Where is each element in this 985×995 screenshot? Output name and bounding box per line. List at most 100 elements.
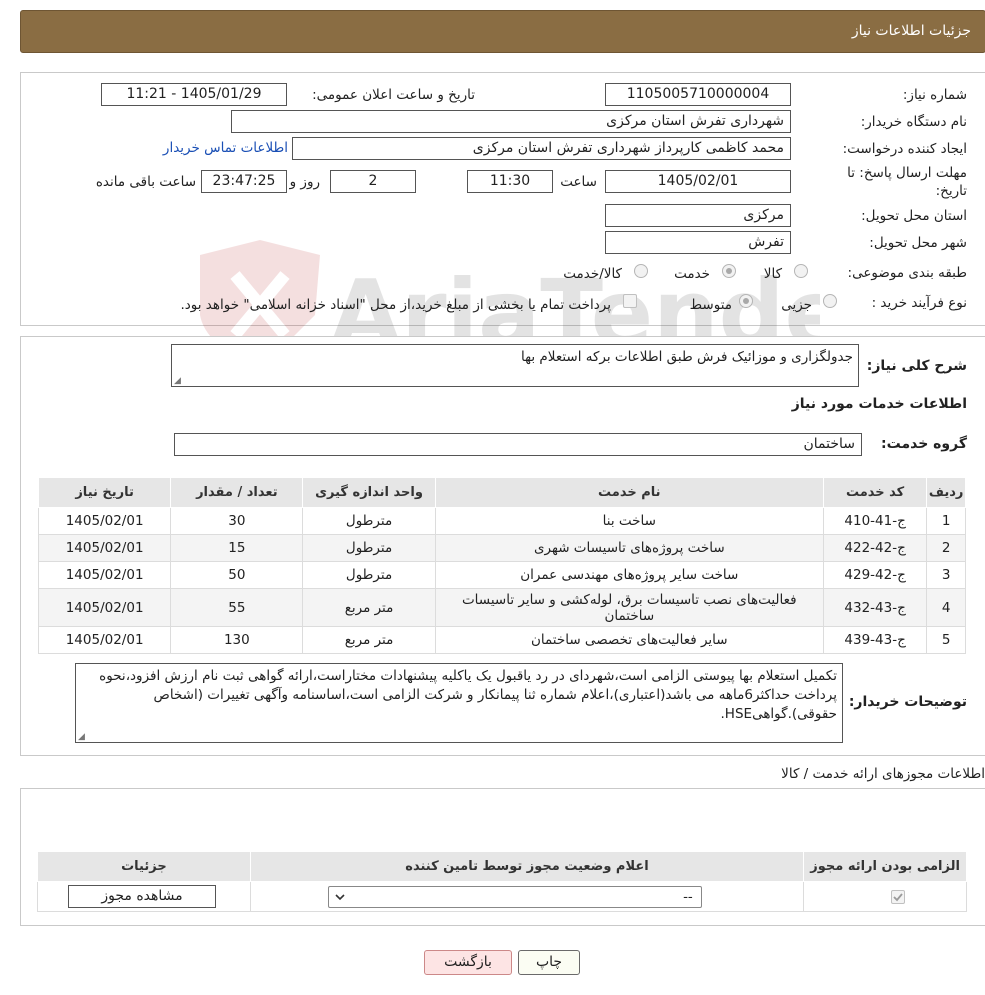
treasury-checkbox[interactable] bbox=[623, 294, 637, 308]
deadline-date-field: 1405/02/01 bbox=[605, 170, 791, 193]
process-radio-medium[interactable] bbox=[739, 294, 753, 308]
category-option-goods-service: کالا/خدمت bbox=[563, 266, 622, 282]
cell-date: 1405/02/01 bbox=[37, 507, 172, 535]
process-label: نوع فرآیند خرید : bbox=[871, 295, 967, 311]
creator-field: محمد کاظمی کارپرداز شهرداری تفرش استان م… bbox=[292, 137, 791, 160]
cell-unit: متر مربع bbox=[302, 588, 436, 627]
cell-row: 4 bbox=[926, 588, 966, 627]
permits-section-title: اطلاعات مجوزهای ارائه خدمت / کالا bbox=[781, 766, 985, 782]
table-row: 5 ج-43-439 سایر فعالیت‌های تخصصی ساختمان… bbox=[37, 626, 966, 654]
cell-required bbox=[803, 881, 967, 912]
deadline-label-date: تاریخ: bbox=[935, 183, 967, 199]
required-checkbox[interactable] bbox=[891, 890, 906, 904]
province-field: مرکزی bbox=[605, 204, 791, 227]
process-option-medium: متوسط bbox=[689, 297, 732, 313]
days-label: روز و bbox=[289, 174, 320, 190]
cell-code: ج-42-429 bbox=[822, 561, 928, 589]
buyer-notes-field: تکمیل استعلام بها پیوستی الزامی است،شهرد… bbox=[75, 663, 843, 743]
days-field: 2 bbox=[330, 170, 416, 193]
check-icon bbox=[893, 893, 903, 902]
col-qty: تعداد / مقدار bbox=[170, 477, 304, 508]
col-status: اعلام وضعیت مجوز توسط تامین کننده bbox=[249, 851, 805, 882]
creator-label: ایجاد کننده درخواست: bbox=[842, 141, 967, 157]
category-option-service: خدمت bbox=[674, 266, 710, 282]
cell-date: 1405/02/01 bbox=[37, 561, 172, 589]
table-row: 1 ج-41-410 ساخت بنا مترطول 30 1405/02/01 bbox=[37, 507, 966, 535]
col-row: ردیف bbox=[926, 477, 966, 508]
cell-code: ج-41-410 bbox=[822, 507, 928, 535]
page-header: جزئیات اطلاعات نیاز bbox=[20, 10, 985, 53]
cell-name: فعالیت‌های نصب تاسیسات برق، لوله‌کشی و س… bbox=[434, 588, 824, 627]
cell-unit: متر مربع bbox=[302, 626, 436, 654]
cell-date: 1405/02/01 bbox=[37, 534, 172, 562]
buyer-org-field: شهرداری تفرش استان مرکزی bbox=[231, 110, 791, 133]
announce-field: 1405/01/29 - 11:21 bbox=[101, 83, 287, 106]
remaining-time-field: 23:47:25 bbox=[201, 170, 287, 193]
category-radio-goods-service[interactable] bbox=[634, 264, 648, 278]
process-option-minor: جزیی bbox=[781, 297, 812, 313]
cell-name: ساخت سایر پروژه‌های مهندسی عمران bbox=[434, 561, 824, 589]
category-radio-goods[interactable] bbox=[794, 264, 808, 278]
col-name: نام خدمت bbox=[434, 477, 824, 508]
cell-code: ج-43-432 bbox=[822, 588, 928, 627]
cell-unit: مترطول bbox=[302, 534, 436, 562]
need-desc-field: جدولگزاری و موزائیک فرش طبق اطلاعات برکه… bbox=[171, 344, 859, 387]
cell-date: 1405/02/01 bbox=[37, 588, 172, 627]
chevron-down-icon bbox=[335, 894, 345, 901]
permits-table-header: الزامی بودن ارائه مجوز اعلام وضعیت مجوز … bbox=[37, 851, 967, 882]
cell-row: 1 bbox=[926, 507, 966, 535]
cell-qty: 130 bbox=[170, 626, 304, 654]
buyer-contact-link[interactable]: اطلاعات تماس خریدار bbox=[163, 140, 288, 156]
cell-unit: مترطول bbox=[302, 507, 436, 535]
cell-name: ساخت پروژه‌های تاسیسات شهری bbox=[434, 534, 824, 562]
table-row: 2 ج-42-422 ساخت پروژه‌های تاسیسات شهری م… bbox=[37, 534, 966, 562]
col-code: کد خدمت bbox=[822, 477, 928, 508]
announce-label: تاریخ و ساعت اعلان عمومی: bbox=[312, 87, 475, 103]
status-select-value: -- bbox=[683, 889, 693, 905]
province-label: استان محل تحویل: bbox=[861, 208, 967, 224]
col-required: الزامی بودن ارائه مجوز bbox=[803, 851, 967, 882]
buyer-notes-text: تکمیل استعلام بها پیوستی الزامی است،شهرد… bbox=[99, 668, 837, 722]
status-select[interactable]: -- bbox=[327, 886, 702, 908]
need-desc-label: شرح کلی نیاز: bbox=[866, 358, 967, 374]
cell-details: مشاهده مجوز bbox=[37, 881, 251, 912]
services-section-title: اطلاعات خدمات مورد نیاز bbox=[791, 396, 967, 412]
cell-date: 1405/02/01 bbox=[37, 626, 172, 654]
service-group-field: ساختمان bbox=[174, 433, 862, 456]
city-label: شهر محل تحویل: bbox=[869, 235, 967, 251]
cell-name: سایر فعالیت‌های تخصصی ساختمان bbox=[434, 626, 824, 654]
service-group-label: گروه خدمت: bbox=[881, 436, 967, 452]
cell-row: 2 bbox=[926, 534, 966, 562]
cell-unit: مترطول bbox=[302, 561, 436, 589]
need-number-field: 1105005710000004 bbox=[605, 83, 791, 106]
table-row: -- مشاهده مجوز bbox=[37, 881, 967, 912]
services-table: ردیف کد خدمت نام خدمت واحد اندازه گیری ت… bbox=[37, 477, 966, 654]
col-date: تاریخ نیاز bbox=[37, 477, 172, 508]
col-details: جزئیات bbox=[37, 851, 251, 882]
cell-status: -- bbox=[249, 881, 805, 912]
deadline-time-field: 11:30 bbox=[467, 170, 553, 193]
remaining-label: ساعت باقی مانده bbox=[95, 174, 196, 190]
cell-qty: 55 bbox=[170, 588, 304, 627]
resize-grip-icon[interactable]: ◢ bbox=[174, 377, 182, 386]
category-option-goods: کالا bbox=[763, 266, 782, 282]
col-unit: واحد اندازه گیری bbox=[302, 477, 436, 508]
category-radio-service[interactable] bbox=[722, 264, 736, 278]
page-title: جزئیات اطلاعات نیاز bbox=[851, 23, 971, 39]
buyer-org-label: نام دستگاه خریدار: bbox=[860, 114, 967, 130]
payment-note: پرداخت تمام یا بخشی از مبلغ خرید،از محل … bbox=[180, 297, 611, 313]
city-field: تفرش bbox=[605, 231, 791, 254]
table-row: 3 ج-42-429 ساخت سایر پروژه‌های مهندسی عم… bbox=[37, 561, 966, 589]
category-label: طبقه بندی موضوعی: bbox=[847, 265, 967, 281]
resize-grip-icon[interactable]: ◢ bbox=[78, 733, 86, 742]
need-number-label: شماره نیاز: bbox=[902, 87, 967, 103]
cell-code: ج-42-422 bbox=[822, 534, 928, 562]
cell-code: ج-43-439 bbox=[822, 626, 928, 654]
process-radio-minor[interactable] bbox=[823, 294, 837, 308]
permits-table: الزامی بودن ارائه مجوز اعلام وضعیت مجوز … bbox=[37, 851, 967, 912]
deadline-time-label: ساعت bbox=[560, 174, 597, 190]
view-permit-button[interactable]: مشاهده مجوز bbox=[68, 885, 216, 908]
cell-row: 3 bbox=[926, 561, 966, 589]
print-button[interactable]: چاپ bbox=[518, 950, 580, 975]
back-button[interactable]: بازگشت bbox=[424, 950, 512, 975]
